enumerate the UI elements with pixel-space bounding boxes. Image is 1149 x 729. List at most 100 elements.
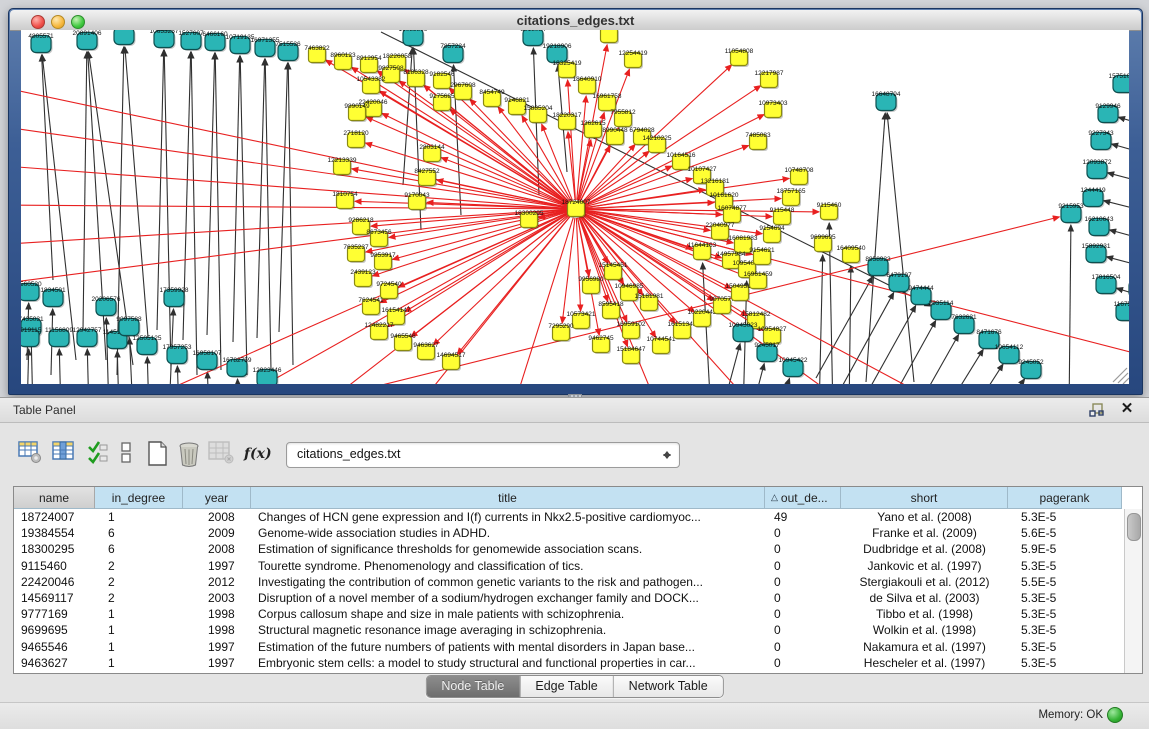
column-header-short[interactable]: short — [841, 487, 1008, 509]
table-row[interactable]: 1872400712008Changes of HCN gene express… — [14, 509, 1125, 525]
node-table: namein_degreeyeartitle△out_de...shortpag… — [13, 486, 1143, 674]
citation-edge — [87, 349, 89, 384]
graph-node-label: 10946985 — [615, 283, 644, 290]
table-row[interactable]: 1830029562008Estimation of significance … — [14, 541, 1125, 557]
column-header-pagerank[interactable]: pagerank — [1008, 487, 1122, 509]
table-row[interactable]: 977716911998Corpus callosum shape and si… — [14, 606, 1125, 622]
delete-table-icon[interactable] — [176, 440, 202, 470]
table-cell: 0 — [765, 655, 841, 671]
table-row[interactable]: 1938455462009Genome-wide association stu… — [14, 525, 1125, 541]
graph-node-label: 9175685 — [429, 93, 455, 100]
tab-network-table[interactable]: Network Table — [613, 676, 723, 697]
table-cell: 0 — [765, 622, 841, 638]
graph-node-label: 9462745 — [588, 335, 614, 342]
citation-edge — [1069, 225, 1071, 384]
table-row[interactable]: 911546021997Tourette syndrome. Phenomeno… — [14, 558, 1125, 574]
graph-node-label: 14210225 — [643, 135, 672, 142]
close-panel-icon[interactable]: ✕ — [1119, 400, 1135, 418]
graph-node-label: 8960123 — [330, 52, 356, 59]
citation-edge — [849, 266, 851, 384]
citation-edge — [931, 349, 983, 384]
graph-node-label: 16033809 — [399, 30, 428, 33]
graph-node-label: 12213339 — [328, 157, 357, 164]
graph-node[interactable] — [114, 30, 134, 45]
network-table-select[interactable]: citations_edges.txt — [286, 442, 680, 468]
citation-edge — [238, 379, 240, 384]
graph-node-label: 17957253 — [163, 344, 192, 351]
citation-edge — [773, 378, 790, 384]
citation-edge — [721, 344, 740, 384]
scrollbar-thumb[interactable] — [1127, 513, 1141, 541]
graph-node-label: 12505125 — [133, 335, 162, 342]
graph-node-label: 15892931 — [1082, 243, 1111, 250]
graph-node-label: 16961758 — [593, 93, 622, 100]
graph-node-label: 15751074 — [1109, 73, 1129, 80]
graph-node-label: 11156809 — [45, 327, 73, 334]
graph-node-label: 8990448 — [602, 127, 628, 134]
table-panel: Table Panel ✕ — [0, 397, 1149, 728]
table-cell: 5.3E-5 — [1008, 509, 1122, 525]
table-options-icon[interactable] — [18, 440, 44, 470]
graph-node-label: 10220442 — [688, 309, 717, 316]
create-table-icon[interactable] — [146, 440, 172, 470]
table-row[interactable]: 969969511998Structural magnetic resonanc… — [14, 622, 1125, 638]
graph-node-label: 10744541 — [647, 336, 676, 343]
citation-edge — [215, 53, 221, 370]
table-cell: 5.3E-5 — [1008, 558, 1122, 574]
graph-node-label: 7635237 — [343, 244, 369, 251]
memory-status-icon[interactable] — [1107, 707, 1123, 723]
table-cell: Tibbo et al. (1998) — [841, 606, 1008, 622]
column-header-name[interactable]: name — [14, 487, 95, 509]
graph-node-label: 20891406 — [73, 30, 102, 37]
function-builder-icon[interactable]: f(x) — [244, 446, 272, 462]
table-body: 1872400712008Changes of HCN gene express… — [14, 509, 1125, 673]
graph-node-label: 7857224 — [440, 43, 466, 50]
graph-node-label: 9463627 — [413, 342, 439, 349]
graph-node-label: 15885204 — [524, 105, 553, 112]
tab-node-table[interactable]: Node Table — [426, 676, 519, 697]
citation-edge — [866, 113, 885, 382]
vertical-scrollbar[interactable] — [1124, 509, 1142, 673]
table-row[interactable]: 946362711997Embryonic stem cells: a mode… — [14, 655, 1125, 671]
graph-node-label: 15184647 — [617, 346, 646, 353]
column-header-title[interactable]: title — [251, 487, 765, 509]
graph-node-label: 9245017 — [754, 342, 780, 349]
graph-node-label: 14957984 — [717, 251, 746, 258]
citation-edge — [207, 53, 215, 335]
graph-node-label: 1810754 — [332, 191, 358, 198]
table-type-tabs: Node TableEdge TableNetwork Table — [425, 675, 723, 698]
table-cell: 9465546 — [14, 639, 95, 655]
float-window-icon[interactable] — [1089, 402, 1105, 418]
citation-edge — [177, 366, 179, 384]
select-all-rows-icon[interactable] — [87, 440, 113, 470]
citation-edge — [164, 50, 171, 370]
table-cell: 0 — [765, 574, 841, 590]
table-row[interactable]: 946554611997Estimation of the future num… — [14, 639, 1125, 655]
row-selector-icon[interactable] — [120, 440, 146, 470]
graph-node-label: 8595418 — [598, 301, 624, 308]
network-canvas[interactable]: 4805571208914068957189106532571527607646… — [21, 30, 1129, 384]
show-columns-icon[interactable] — [52, 440, 78, 470]
graph-node-label: 17359928 — [160, 287, 189, 294]
tab-edge-table[interactable]: Edge Table — [519, 676, 612, 697]
table-cell: 1998 — [183, 622, 251, 638]
column-header-in_degree[interactable]: in_degree — [95, 487, 183, 509]
graph-node-label: 9890149 — [344, 103, 370, 110]
citation-edge-selected — [21, 210, 567, 285]
citation-edge — [125, 47, 149, 350]
column-header-year[interactable]: year — [183, 487, 251, 509]
combo-stepper-icon — [661, 445, 673, 465]
table-cell: Hescheler et al. (1997) — [841, 655, 1008, 671]
table-cell: 14569117 — [14, 590, 95, 606]
graph-node-label: 3919115 — [21, 327, 42, 334]
graph-node-label: 9115460 — [817, 202, 842, 209]
table-cell: Estimation of the future numbers of pati… — [251, 639, 765, 655]
window-titlebar: citations_edges.txt — [10, 10, 1141, 31]
graph-node-label: 11054808 — [725, 48, 754, 55]
table-row[interactable]: 1456911722003Disruption of a novel membe… — [14, 590, 1125, 606]
table-cell: 1 — [95, 622, 183, 638]
table-row[interactable]: 2242004622012Investigating the contribut… — [14, 574, 1125, 590]
citation-edge-selected — [388, 214, 569, 327]
table-cell: 18300295 — [14, 541, 95, 557]
column-header-out_de[interactable]: △out_de... — [765, 487, 841, 509]
